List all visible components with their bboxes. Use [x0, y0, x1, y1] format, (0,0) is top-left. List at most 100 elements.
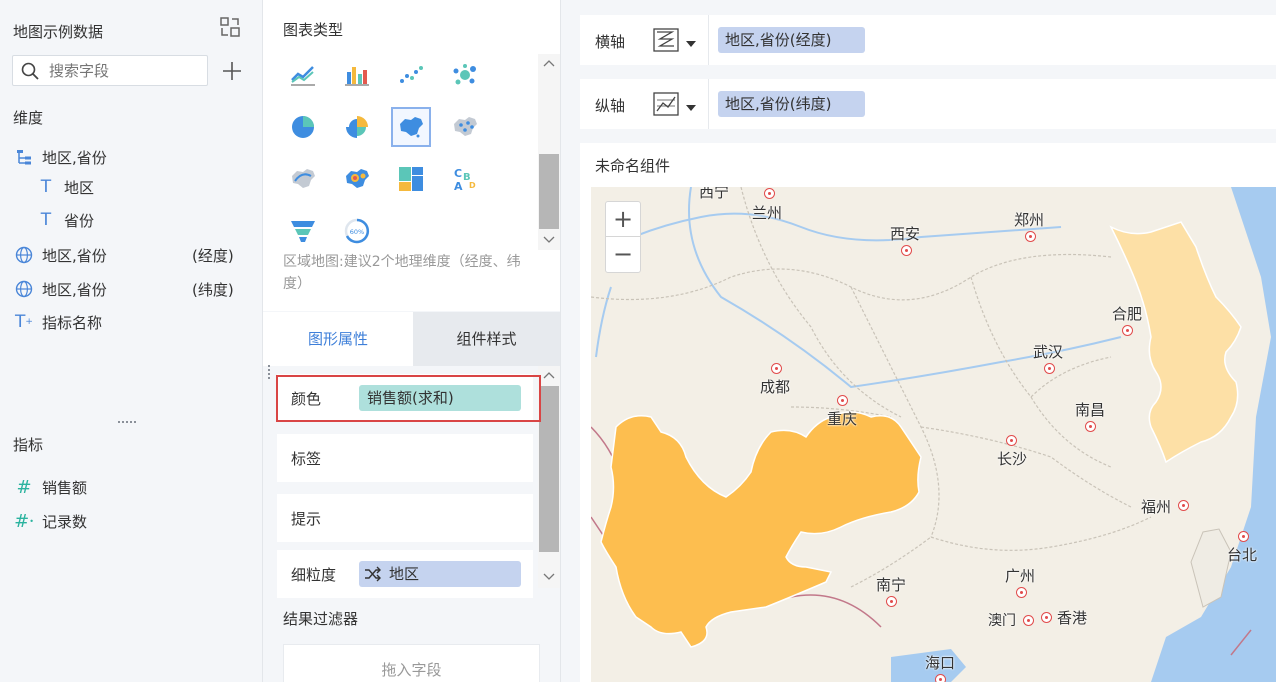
chart-config-panel: 图表类型 C B A D 60% 区域地图:建议2个地理维度（经度、纬度） 图形… [263, 0, 561, 682]
measure-label: 销售额 [42, 478, 88, 497]
city-dot[interactable] [1016, 587, 1027, 598]
drag-handle-icon[interactable] [268, 365, 272, 379]
y-axis-bar[interactable]: 纵轴 地区,省份(纬度) [580, 79, 1276, 129]
city-dot[interactable] [1025, 231, 1036, 242]
y-axis-type-icon[interactable] [652, 91, 680, 117]
line-chart-icon[interactable] [283, 55, 323, 95]
city-label: 海口 [925, 654, 956, 672]
granularity-label: 细粒度 [291, 566, 337, 584]
y-axis-field-pill[interactable]: 地区,省份(纬度) [718, 91, 865, 117]
chevron-down-icon[interactable] [686, 105, 696, 111]
chart-type-scrollbar[interactable] [538, 54, 560, 250]
zoom-in-button[interactable]: + [606, 202, 640, 237]
river [610, 212, 1062, 248]
funnel-chart-icon[interactable] [283, 211, 323, 251]
dimension-item[interactable]: T 地区 [36, 175, 94, 199]
svg-text:C: C [454, 167, 462, 180]
city-dot[interactable] [935, 674, 946, 682]
x-axis-field-pill[interactable]: 地区,省份(经度) [718, 27, 865, 53]
search-input[interactable] [49, 60, 199, 82]
measure-item[interactable]: # 销售额 [14, 475, 87, 499]
city-label: 西宁 [699, 187, 730, 201]
field-search[interactable] [12, 55, 208, 86]
zoom-out-button[interactable]: − [606, 237, 640, 272]
dimension-item[interactable]: T 省份 [36, 208, 94, 232]
data-panel: 地图示例数据 维度 地区,省份 T 地区 [0, 0, 263, 682]
chart-type-section: 图表类型 C B A D 60% 区域地图:建议2个地理维度（经度、纬度） [263, 0, 560, 311]
scrollbar-thumb[interactable] [539, 154, 559, 229]
dimension-item[interactable]: T + 指标名称 [14, 310, 102, 334]
tooltip-property[interactable]: 提示 [277, 494, 533, 542]
add-field-icon[interactable] [221, 60, 243, 82]
city-label: 西安 [890, 225, 921, 243]
filter-drop-zone[interactable]: 拖入字段 [283, 644, 540, 682]
bar-chart-icon[interactable] [337, 55, 377, 95]
hierarchy-icon [14, 147, 34, 167]
dataset-title: 地图示例数据 [13, 23, 104, 41]
city-dot[interactable] [1023, 615, 1034, 626]
scroll-down-icon[interactable] [542, 235, 556, 245]
flow-map-icon[interactable] [283, 159, 323, 199]
tab-component-style[interactable]: 组件样式 [413, 312, 560, 366]
scroll-up-icon[interactable] [542, 58, 556, 68]
dimension-item[interactable]: 地区,省份 (纬度) [14, 277, 249, 301]
city-label: 合肥 [1112, 305, 1143, 323]
city-dot[interactable] [1122, 325, 1133, 336]
granularity-field-pill[interactable]: 地区 [359, 561, 521, 587]
city-dot[interactable] [1044, 363, 1055, 374]
app-root: 地图示例数据 维度 地区,省份 T 地区 [0, 0, 1276, 682]
city-dot[interactable] [1006, 435, 1017, 446]
region-map-icon[interactable] [391, 107, 431, 147]
text-field-icon: T + [15, 312, 33, 332]
city-dot[interactable] [1238, 531, 1249, 542]
measure-label: 记录数 [42, 512, 88, 531]
city-label: 广州 [1005, 567, 1036, 585]
city-dot[interactable] [886, 596, 897, 607]
dimensions-title: 维度 [13, 109, 44, 127]
word-cloud-icon[interactable]: CBAD [445, 159, 485, 199]
widget-title[interactable]: 未命名组件 [595, 155, 670, 176]
switch-dataset-icon[interactable] [219, 16, 241, 38]
city-dot[interactable] [771, 363, 782, 374]
city-label: 福州 [1141, 498, 1172, 516]
scroll-up-icon[interactable] [542, 370, 556, 380]
city-dot[interactable] [901, 245, 912, 256]
city-dot[interactable] [1041, 612, 1052, 623]
chevron-down-icon[interactable] [686, 41, 696, 47]
hash-star-icon: # • [14, 510, 34, 532]
city-label: 南昌 [1075, 401, 1106, 419]
bubble-chart-icon[interactable] [445, 55, 485, 95]
chart-canvas-area: 横轴 地区,省份(经度) 纵轴 地区,省份(纬度) 未命名组件 + − 西宁 兰… [561, 0, 1276, 682]
x-axis-type-icon[interactable] [652, 27, 680, 53]
axis-divider [708, 79, 709, 129]
point-map-icon[interactable] [445, 107, 485, 147]
high-value-region[interactable] [600, 411, 922, 648]
tab-graphic-properties[interactable]: 图形属性 [263, 312, 413, 366]
city-dot[interactable] [764, 188, 775, 199]
property-tabs: 图形属性 组件样式 [263, 312, 560, 366]
city-dot[interactable] [1085, 421, 1096, 432]
label-property[interactable]: 标签 [277, 434, 533, 482]
treemap-icon[interactable] [391, 159, 431, 199]
dimension-item[interactable]: 地区,省份 (经度) [14, 243, 249, 267]
gauge-percent-text: 60% [350, 228, 364, 236]
pie-chart-icon[interactable] [283, 107, 323, 147]
scrollbar-thumb[interactable] [539, 386, 559, 552]
axis-divider [708, 15, 709, 65]
city-dot[interactable] [837, 395, 848, 406]
heat-map-icon[interactable] [337, 159, 377, 199]
property-scrollbar[interactable] [538, 366, 560, 588]
low-value-region[interactable] [1109, 221, 1242, 464]
measure-item[interactable]: # • 记录数 [14, 509, 87, 533]
gauge-chart-icon[interactable]: 60% [337, 211, 377, 251]
scroll-down-icon[interactable] [542, 572, 556, 582]
rose-chart-icon[interactable] [337, 107, 377, 147]
granularity-property[interactable]: 细粒度 地区 [277, 550, 533, 598]
chart-widget[interactable]: 未命名组件 + − 西宁 兰州 郑州 西安 合肥 武汉 成都 重庆 南昌 长沙 … [580, 143, 1276, 682]
city-dot[interactable] [1178, 500, 1189, 511]
panel-splitter[interactable] [118, 421, 136, 425]
dimension-item[interactable]: 地区,省份 [14, 145, 107, 169]
scatter-chart-icon[interactable] [391, 55, 431, 95]
region-map[interactable]: + − 西宁 兰州 郑州 西安 合肥 武汉 成都 重庆 南昌 长沙 福州 台北 … [591, 187, 1276, 682]
x-axis-bar[interactable]: 横轴 地区,省份(经度) [580, 15, 1276, 65]
